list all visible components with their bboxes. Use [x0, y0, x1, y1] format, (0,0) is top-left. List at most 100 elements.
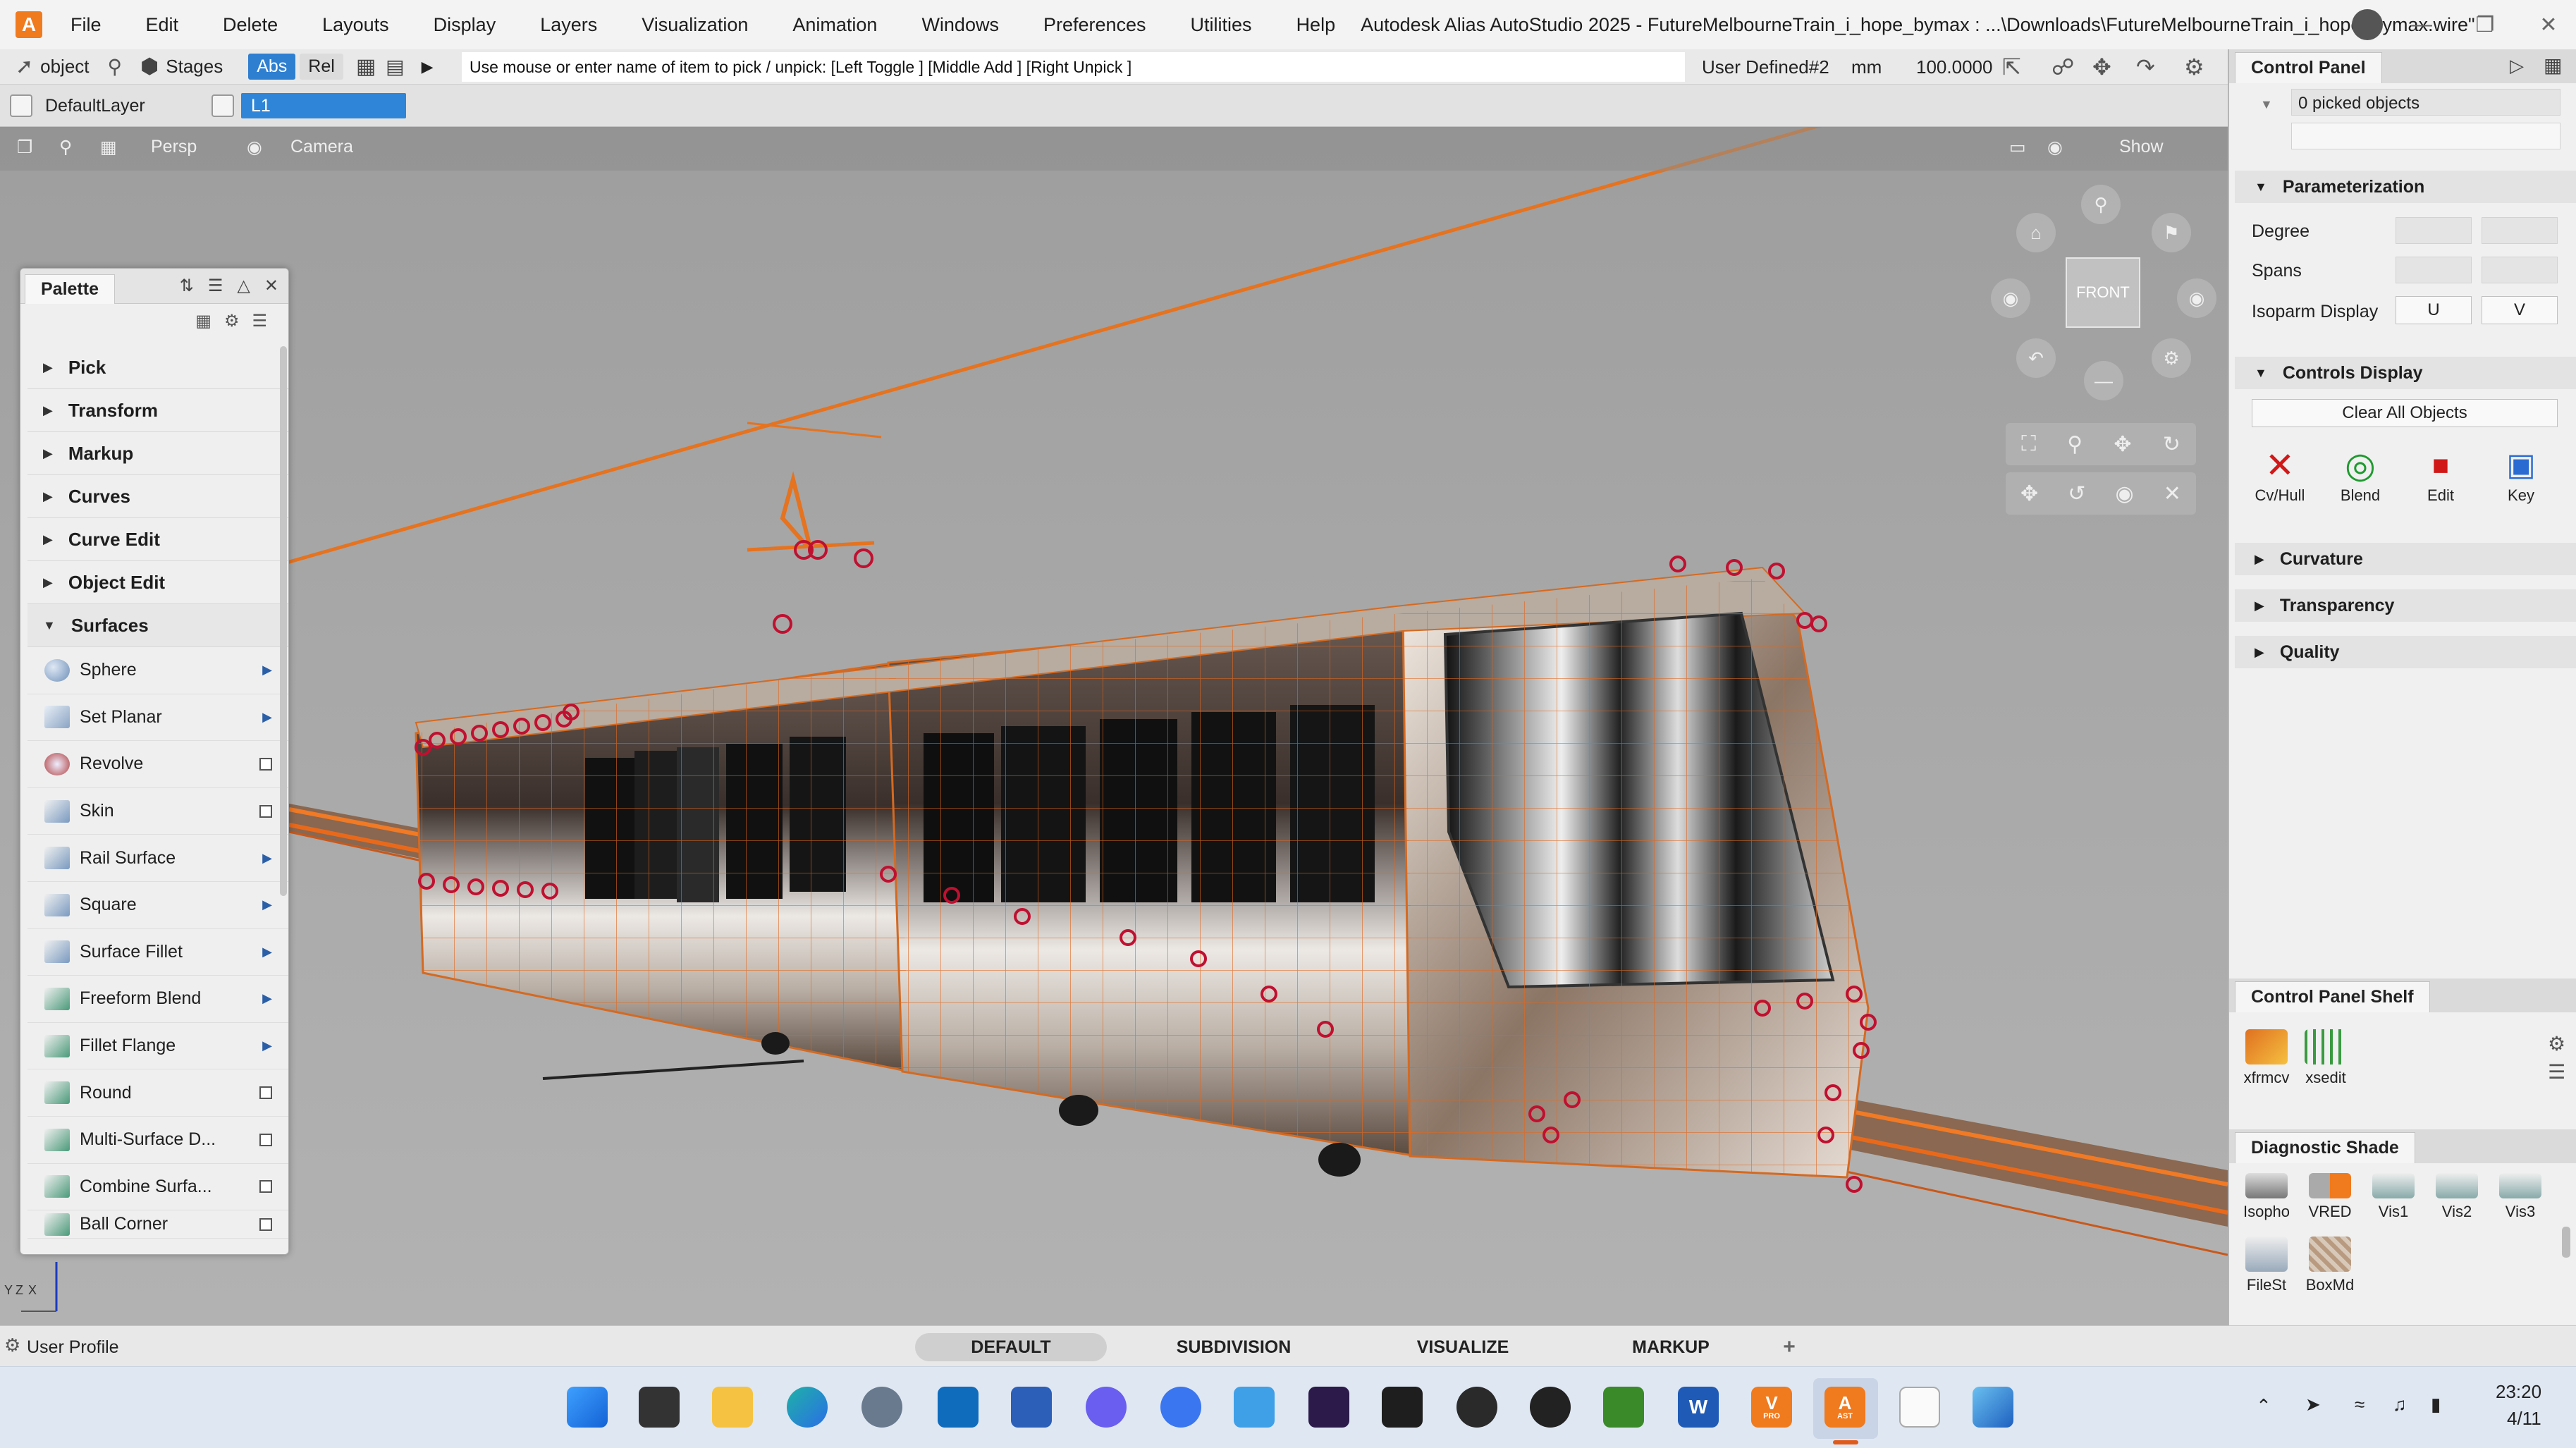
menu-delete[interactable]: Delete	[223, 14, 278, 36]
palette-collapse-icon[interactable]: △	[237, 276, 250, 296]
tool-ball-corner[interactable]: Ball Corner	[27, 1210, 288, 1239]
grid-view-icon[interactable]: ▦	[100, 137, 117, 158]
cv-hull-toggle[interactable]: ✕ Cv/Hull	[2245, 444, 2315, 505]
user-profile-label[interactable]: User Profile	[27, 1337, 119, 1358]
palette-cat-transform[interactable]: ▶ Transform	[27, 389, 288, 432]
magnet-tool-icon[interactable]: ↷	[2136, 54, 2155, 80]
tool-set-planar[interactable]: Set Planar ▶	[27, 694, 288, 742]
menu-layers[interactable]: Layers	[540, 14, 597, 36]
right-view-icon[interactable]: ◉	[2177, 278, 2216, 318]
settings-gear-icon[interactable]: ⚙	[2184, 54, 2204, 80]
submenu-arrow-icon[interactable]: ▶	[262, 851, 272, 866]
construction-plane-label[interactable]: User Defined#2	[1702, 56, 1829, 78]
look-view-icon[interactable]: ◉	[2116, 481, 2134, 506]
stages-icon[interactable]: ⬢	[140, 54, 159, 79]
discord-icon[interactable]	[1086, 1387, 1127, 1428]
store-icon[interactable]	[1011, 1387, 1052, 1428]
list-icon[interactable]: ▤	[386, 55, 404, 78]
window-icon[interactable]: ▭	[2009, 137, 2026, 158]
menu-visualization[interactable]: Visualization	[642, 14, 748, 36]
user-profile-gear-icon[interactable]: ⚙	[4, 1335, 20, 1356]
palette-cat-object-edit[interactable]: ▶ Object Edit	[27, 561, 288, 604]
clock-time[interactable]: 23:20	[2496, 1381, 2541, 1403]
section-quality[interactable]: ▶ Quality	[2235, 636, 2576, 668]
diag-vis3[interactable]: Vis3	[2489, 1173, 2552, 1221]
tool-sphere[interactable]: Sphere ▶	[27, 647, 288, 694]
submenu-arrow-icon[interactable]: ▶	[262, 897, 272, 912]
submenu-arrow-icon[interactable]: ▶	[262, 945, 272, 959]
abs-toggle[interactable]: Abs	[248, 54, 296, 80]
camera-icon[interactable]: ◉	[247, 137, 262, 158]
paint-icon[interactable]	[1973, 1387, 2013, 1428]
degree-u-field[interactable]	[2396, 217, 2472, 244]
workspace-subdivision[interactable]: SUBDIVISION	[1135, 1333, 1332, 1361]
camera-label[interactable]: Camera	[290, 137, 353, 157]
orbit-view-icon[interactable]: ↻	[2163, 432, 2181, 457]
isoparm-v-button[interactable]: V	[2482, 296, 2558, 324]
obs-icon[interactable]	[1530, 1387, 1571, 1428]
view-cube[interactable]: FRONT	[2066, 257, 2140, 328]
tool-fillet-flange[interactable]: Fillet Flange ▶	[27, 1023, 288, 1070]
palette-list-icon[interactable]: ☰	[208, 276, 223, 296]
picked-dropdown-arrow[interactable]: ▼	[2260, 97, 2273, 112]
palette-cat-surfaces[interactable]: ▼ Surfaces	[27, 604, 288, 647]
close-view-tools-icon[interactable]: ✕	[2164, 481, 2181, 506]
menu-display[interactable]: Display	[434, 14, 496, 36]
submenu-arrow-icon[interactable]: ▶	[262, 663, 272, 677]
3d-viewport[interactable]: ⌂ ⚲ ⚑ ◉ ◉ FRONT ↶ — ⚙ ⛶ ⚲ ✥ ↻ ✥ ↺ ◉ ✕ Y …	[0, 127, 2228, 1325]
palette-tab[interactable]: Palette	[25, 274, 115, 304]
diag-filest[interactable]: FileSt	[2235, 1237, 2298, 1294]
dolly-view-icon[interactable]: ✥	[2020, 481, 2038, 506]
section-controls-display[interactable]: ▼ Controls Display	[2235, 357, 2576, 389]
menu-edit[interactable]: Edit	[146, 14, 179, 36]
tool-combine-surfaces[interactable]: Combine Surfa...	[27, 1164, 288, 1211]
vred-pro-icon[interactable]: V PRO	[1751, 1387, 1792, 1428]
user-account-icon[interactable]	[2352, 9, 2383, 40]
undo-view-icon[interactable]: ↶	[2016, 338, 2056, 378]
diag-vred[interactable]: VRED	[2298, 1173, 2362, 1221]
palette-menu-icon[interactable]: ☰	[252, 311, 267, 331]
camera-app-icon[interactable]	[1456, 1387, 1497, 1428]
edit-toggle[interactable]: ■ Edit	[2405, 444, 2476, 505]
obsidian-icon[interactable]	[1308, 1387, 1349, 1428]
option-box-icon[interactable]	[259, 1180, 272, 1194]
layer-l1[interactable]: L1	[211, 90, 406, 121]
clock-date[interactable]: 4/11	[2507, 1408, 2541, 1430]
show-menu[interactable]: Show	[2119, 137, 2164, 157]
option-box-icon[interactable]	[259, 804, 272, 818]
tool-revolve[interactable]: Revolve	[27, 741, 288, 788]
edge-browser-icon[interactable]	[787, 1387, 828, 1428]
menu-windows[interactable]: Windows	[921, 14, 999, 36]
diag-boxmd[interactable]: BoxMd	[2298, 1237, 2362, 1294]
file-explorer-icon[interactable]	[712, 1387, 753, 1428]
menu-layouts[interactable]: Layouts	[322, 14, 389, 36]
left-view-icon[interactable]: ◉	[1991, 278, 2030, 318]
diag-vis2[interactable]: Vis2	[2425, 1173, 2489, 1221]
degree-v-field[interactable]	[2482, 217, 2558, 244]
palette-header[interactable]: Palette ⇅ ☰ △ ✕	[20, 269, 288, 304]
spans-u-field[interactable]	[2396, 257, 2472, 283]
minimize-icon[interactable]: —	[2390, 0, 2453, 49]
battery-icon[interactable]: ▮	[2431, 1394, 2441, 1416]
submenu-arrow-icon[interactable]: ▶	[262, 1038, 272, 1053]
zoom-out-icon[interactable]: —	[2084, 361, 2123, 400]
clear-all-objects-button[interactable]: Clear All Objects	[2252, 399, 2558, 427]
snap-tool-icon[interactable]: ☍	[2051, 54, 2074, 80]
persp-label[interactable]: Persp	[151, 137, 197, 157]
palette-cat-markup[interactable]: ▶ Markup	[27, 432, 288, 475]
shelf-gear-icon[interactable]: ⚙	[2548, 1032, 2565, 1055]
shelf-menu-icon[interactable]: ☰	[2548, 1060, 2565, 1084]
key-toggle[interactable]: ▣ Key	[2486, 444, 2556, 505]
isoparm-u-button[interactable]: U	[2396, 296, 2472, 324]
rel-toggle[interactable]: Rel	[300, 54, 343, 80]
menu-file[interactable]: File	[70, 14, 102, 36]
workspace-markup[interactable]: MARKUP	[1579, 1333, 1762, 1361]
diagnostic-tab[interactable]: Diagnostic Shade	[2235, 1132, 2415, 1163]
eye-icon[interactable]: ◉	[2047, 137, 2063, 158]
gear-view-icon[interactable]: ⚙	[2152, 338, 2191, 378]
tool-freeform-blend[interactable]: Freeform Blend ▶	[27, 976, 288, 1023]
signal-icon[interactable]	[1160, 1387, 1201, 1428]
control-panel-tab[interactable]: Control Panel	[2235, 52, 2382, 83]
diag-vis1[interactable]: Vis1	[2362, 1173, 2425, 1221]
start-menu-icon[interactable]	[567, 1387, 608, 1428]
